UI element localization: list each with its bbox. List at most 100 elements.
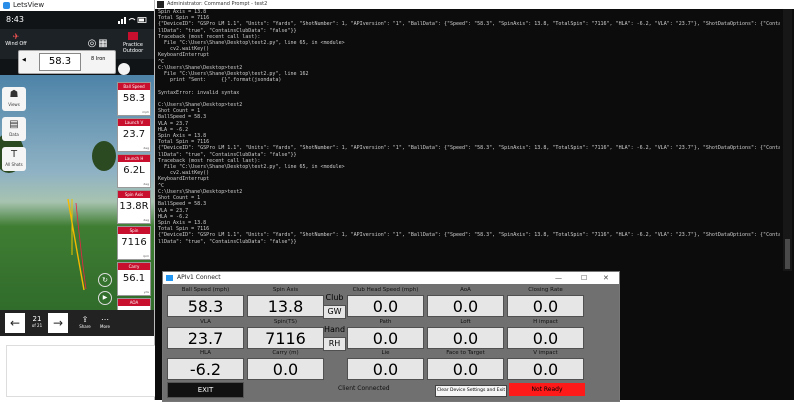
stat-carry: Carry 56.1 yds bbox=[117, 262, 151, 296]
maximize-icon[interactable]: ☐ bbox=[581, 272, 587, 284]
field-value: -6.2 bbox=[167, 358, 244, 380]
cmd-title: Administrator: Command Prompt - test2 bbox=[167, 1, 268, 7]
connection-status: Client Connected bbox=[338, 385, 390, 392]
field-value: 0.0 bbox=[507, 358, 584, 380]
cmd-titlebar: Administrator: Command Prompt - test2 bbox=[155, 0, 794, 9]
tee-icon: T bbox=[10, 149, 18, 160]
club-label: Club bbox=[325, 293, 344, 302]
field-label: HLA bbox=[199, 350, 212, 356]
flag-icon bbox=[128, 32, 138, 40]
stat-unit: yds bbox=[143, 290, 149, 294]
stat-launch-v: Launch V 23.7 deg bbox=[117, 118, 151, 152]
stat-value: 58.3 bbox=[122, 93, 146, 104]
signal-battery-icon bbox=[118, 17, 147, 24]
more-label: More bbox=[100, 324, 110, 329]
exit-button[interactable]: EXIT bbox=[167, 382, 244, 398]
more-button[interactable]: ⋯ More bbox=[96, 315, 114, 329]
hand-label: Hand bbox=[323, 325, 346, 334]
lie-field: Lie 0.0 bbox=[347, 349, 424, 380]
golf-ball-icon bbox=[118, 63, 130, 75]
loft-field: Loft 0.0 bbox=[427, 318, 504, 349]
course-label: Practice Outdoor bbox=[122, 42, 144, 54]
field-label: AoA bbox=[460, 287, 471, 293]
carry-field: Carry (m) 0.0 bbox=[247, 349, 324, 380]
share-icon: ⇪ bbox=[81, 315, 89, 324]
minimize-icon[interactable]: — bbox=[555, 272, 562, 284]
field-value: 0.0 bbox=[427, 327, 504, 349]
close-icon[interactable]: ✕ bbox=[603, 272, 609, 284]
stat-value: 23.7 bbox=[122, 129, 146, 140]
field-value: 0.0 bbox=[347, 327, 424, 349]
all-shots-button[interactable]: T All Shots bbox=[2, 147, 26, 171]
share-label: Share bbox=[79, 324, 91, 329]
stat-value: 13.8R bbox=[119, 201, 149, 212]
clear-settings-button[interactable]: Clear Device Settings and Exit bbox=[435, 385, 507, 397]
field-value: 0.0 bbox=[247, 358, 324, 380]
cmd-scroll-thumb[interactable] bbox=[785, 239, 790, 269]
share-button[interactable]: ⇪ Share bbox=[76, 315, 94, 329]
face-to-target-field: Face to Target 0.0 bbox=[427, 349, 504, 380]
stat-unit: rpm bbox=[142, 254, 149, 258]
wind-icon: ✈ bbox=[12, 32, 20, 41]
stat-value: 7116 bbox=[121, 237, 147, 248]
closing-rate-field: Closing Rate 0.0 bbox=[507, 286, 584, 317]
field-value: 0.0 bbox=[347, 295, 424, 317]
all-shots-label: All Shots bbox=[5, 162, 23, 167]
hand-selector[interactable]: RH bbox=[323, 337, 346, 351]
shot-counter: 21 of 21 bbox=[30, 315, 44, 328]
field-value: 0.0 bbox=[427, 295, 504, 317]
play-icon[interactable]: ▶ bbox=[98, 291, 112, 305]
float-speed-value: 58.3 bbox=[39, 53, 81, 71]
field-value: 0.0 bbox=[427, 358, 504, 380]
shot-nav-bar: ← 21 of 21 → ⇪ Share ⋯ More bbox=[0, 310, 154, 336]
field-label: Club Head Speed (mph) bbox=[352, 287, 419, 293]
aoa-field: AoA 0.0 bbox=[427, 286, 504, 317]
data-button[interactable]: ▤ Data bbox=[2, 117, 26, 141]
stat-unit: deg bbox=[143, 146, 149, 150]
stat-label: Ball Speed bbox=[118, 83, 150, 90]
phone-time: 8:43 bbox=[6, 15, 24, 24]
views-button[interactable]: ☗ Views bbox=[2, 87, 26, 111]
field-label: H impact bbox=[533, 319, 558, 325]
hla-field: HLA -6.2 bbox=[167, 349, 244, 380]
floating-speed-window[interactable]: ◀ 58.3 8 Iron bbox=[18, 50, 116, 74]
field-label: Spin Axis bbox=[272, 287, 299, 293]
field-value: 0.0 bbox=[347, 358, 424, 380]
side-buttons: ☗ Views ▤ Data T All Shots bbox=[2, 87, 26, 177]
course-button[interactable]: Practice Outdoor bbox=[114, 32, 152, 56]
letsview-logo-icon bbox=[3, 1, 10, 9]
next-shot-button[interactable]: → bbox=[48, 313, 68, 333]
views-label: Views bbox=[8, 102, 20, 107]
shot-current: 21 bbox=[32, 315, 42, 323]
club-selector[interactable]: GW bbox=[323, 305, 346, 319]
cmd-scrollbar[interactable] bbox=[783, 9, 792, 271]
spin-field: Spin(TS) 7116 bbox=[247, 318, 324, 349]
float-prev-icon[interactable]: ◀ bbox=[22, 57, 26, 63]
stat-label: Spin Axis bbox=[118, 191, 150, 198]
stat-launch-h: Launch H 6.2L deg bbox=[117, 154, 151, 188]
api-title: APIv1 Connect bbox=[177, 274, 221, 281]
field-value: 7116 bbox=[247, 327, 324, 349]
stat-label: Launch H bbox=[118, 155, 150, 162]
stat-spin-axis: Spin Axis 13.8R deg bbox=[117, 190, 151, 224]
stat-unit: mph bbox=[142, 110, 149, 114]
replay-icon[interactable]: ↻ bbox=[98, 273, 112, 287]
field-label: Ball Speed (mph) bbox=[181, 287, 230, 293]
v-impact-field: V impact 0.0 bbox=[507, 349, 584, 380]
cmd-icon bbox=[157, 1, 164, 8]
stat-ball-speed: Ball Speed 58.3 mph bbox=[117, 82, 151, 116]
binoculars-icon: ☗ bbox=[9, 89, 19, 100]
api-body: Ball Speed (mph) 58.3 Spin Axis 13.8 Club … bbox=[163, 284, 619, 401]
wind-label: Wind Off bbox=[5, 41, 27, 47]
field-label: Closing Rate bbox=[528, 287, 563, 293]
api-titlebar: APIv1 Connect — ☐ ✕ bbox=[163, 272, 619, 284]
data-label: Data bbox=[9, 132, 19, 137]
field-label: Path bbox=[379, 319, 392, 325]
phone-status-bar: 8:43 bbox=[0, 11, 154, 29]
app-icon bbox=[166, 275, 173, 281]
prev-shot-button[interactable]: ← bbox=[5, 313, 25, 333]
terminal-output[interactable]: Spin Axis = 13.8 Total Spin = 7116 {"Dev… bbox=[158, 9, 780, 271]
shot-total: of 21 bbox=[31, 323, 43, 328]
phone-mirror[interactable]: 8:43 ✈ Wind Off ◎ ▦ Practice Outdoor ◀ 5… bbox=[0, 11, 154, 336]
field-value: 23.7 bbox=[167, 327, 244, 349]
